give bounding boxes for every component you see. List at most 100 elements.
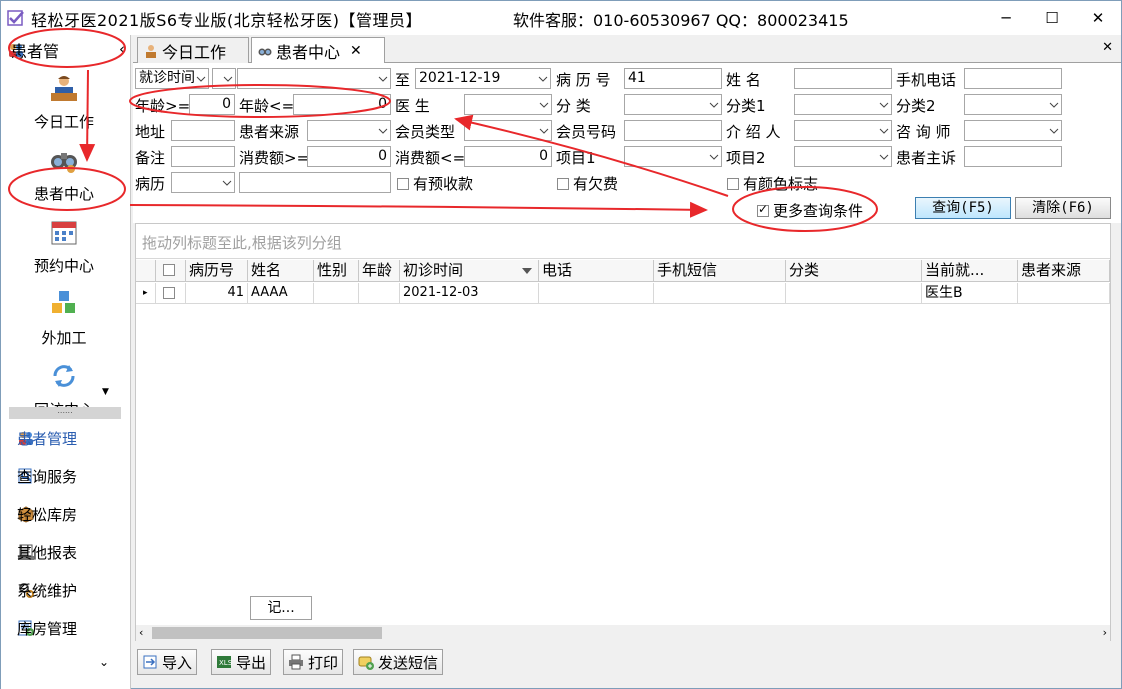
col-header[interactable]: 手机短信	[654, 260, 786, 282]
col-header[interactable]: 电话	[539, 260, 654, 282]
col-header[interactable]: 病历号	[186, 260, 248, 282]
complaint-input[interactable]	[964, 146, 1062, 167]
color-flag-checkbox[interactable]: 有颜色标志	[727, 173, 818, 194]
cell-current-doctor[interactable]: 医生B	[922, 283, 1018, 304]
col-header[interactable]: 姓名	[248, 260, 314, 282]
nav-warehouse-management[interactable]: 库房管理	[17, 613, 77, 643]
nav-easy-warehouse[interactable]: 轻松库房	[17, 499, 77, 529]
close-window-button[interactable]: ✕	[1075, 3, 1121, 33]
nav-label: 预约中心	[33, 257, 94, 275]
scroll-thumb[interactable]	[152, 627, 382, 639]
spend-ge-label: 消费额>=	[239, 149, 310, 167]
scroll-left-icon[interactable]: ‹	[139, 626, 143, 639]
member-no-input[interactable]	[624, 120, 722, 141]
chevron-down-icon	[709, 102, 719, 108]
nav-system-maintenance[interactable]: 系统维护	[17, 575, 77, 605]
close-all-tabs-button[interactable]: ✕	[1102, 40, 1113, 55]
maximize-button[interactable]: ☐	[1029, 3, 1075, 33]
cell-source[interactable]	[1018, 283, 1110, 304]
nav-outsourcing[interactable]: 外加工	[1, 289, 127, 353]
spend-ge-input[interactable]: 0	[307, 146, 391, 167]
col-header[interactable]: 当前就...	[922, 260, 1018, 282]
nav-patient-management[interactable]: 患者管理	[17, 423, 77, 453]
col-header[interactable]: 性别	[314, 260, 359, 282]
cell-sms[interactable]	[654, 283, 786, 304]
item2-select[interactable]	[794, 146, 892, 167]
nav-today-work[interactable]: 今日工作	[1, 73, 127, 137]
row-checkbox[interactable]	[163, 287, 175, 299]
record-no-input[interactable]: 41	[624, 68, 722, 89]
nav-query-service[interactable]: 查询服务	[17, 461, 77, 491]
date-from-select[interactable]	[237, 68, 391, 89]
complaint-label: 患者主诉	[896, 149, 957, 167]
address-input[interactable]	[171, 120, 235, 141]
minimize-button[interactable]: ─	[983, 3, 1029, 33]
age-ge-label: 年龄>=	[135, 97, 191, 115]
item1-select[interactable]	[624, 146, 722, 167]
col-header-label: 初诊时间	[403, 261, 464, 279]
history-select[interactable]	[171, 172, 235, 193]
referrer-select[interactable]	[794, 120, 892, 141]
sidebar-more-button[interactable]: ⌄	[99, 655, 109, 669]
age-ge-input[interactable]: 0	[189, 94, 235, 115]
chevron-down-icon	[709, 154, 719, 160]
row-select-cell[interactable]	[156, 283, 186, 304]
col-header[interactable]: 年龄	[359, 260, 400, 282]
date-to-select[interactable]: 2021-12-19	[415, 68, 551, 89]
doctor-select[interactable]	[464, 94, 552, 115]
nav-appointment-center[interactable]: 预约中心	[1, 217, 127, 281]
query-button[interactable]: 查询(F5)	[915, 197, 1011, 219]
cell-name[interactable]: AAAA	[248, 283, 314, 304]
cell-first-visit[interactable]: 2021-12-03	[400, 283, 539, 304]
age-le-input[interactable]: 0	[293, 94, 391, 115]
sidebar-collapse-button[interactable]: ‹	[119, 40, 125, 58]
cell-gender[interactable]	[314, 283, 359, 304]
category2-select[interactable]	[964, 94, 1062, 115]
visit-time-select[interactable]: 就诊时间	[135, 68, 209, 89]
record-count-button[interactable]: 记...	[250, 596, 312, 620]
col-header[interactable]: 患者来源	[1018, 260, 1110, 282]
cell-age[interactable]	[359, 283, 400, 304]
tab-patient-center[interactable]: 患者中心 ✕	[251, 37, 385, 64]
sidebar-splitter[interactable]: ......	[9, 407, 121, 419]
address-label: 地址	[135, 123, 166, 141]
col-header[interactable]: 初诊时间	[400, 260, 539, 282]
nav-scroll-down-button[interactable]: ▼	[102, 387, 109, 397]
col-header[interactable]: 分类	[786, 260, 922, 282]
print-button[interactable]: 打印	[283, 649, 344, 675]
more-query-checkbox[interactable]: 更多查询条件	[757, 200, 863, 221]
date-type-select[interactable]	[212, 68, 236, 89]
cell-category[interactable]	[786, 283, 922, 304]
cell-record-no[interactable]: 41	[186, 283, 248, 304]
close-tab-icon[interactable]: ✕	[350, 43, 362, 59]
group-by-hint: 拖动列标题至此,根据该列分组	[136, 224, 1110, 259]
nav-patient-center[interactable]: 患者中心	[1, 145, 127, 209]
category1-select[interactable]	[794, 94, 892, 115]
chevron-down-icon	[539, 128, 549, 134]
note-input[interactable]	[171, 146, 235, 167]
name-input[interactable]	[794, 68, 892, 89]
horizontal-scrollbar[interactable]: ‹ ›	[136, 625, 1110, 641]
member-type-select[interactable]	[464, 120, 552, 141]
import-button[interactable]: 导入	[137, 649, 198, 675]
send-sms-button[interactable]: 发送短信	[353, 649, 444, 675]
select-all-checkbox[interactable]	[163, 264, 175, 276]
phone-input[interactable]	[964, 68, 1062, 89]
nav-other-reports[interactable]: 其他报表	[17, 537, 77, 567]
category-select[interactable]	[624, 94, 722, 115]
nav-followup-center[interactable]: 回访中心	[1, 361, 127, 407]
prepay-checkbox[interactable]: 有预收款	[397, 173, 473, 194]
table-row[interactable]: ▸ 41 AAAA 2021-12-03 医生B	[136, 283, 1110, 304]
debt-checkbox[interactable]: 有欠费	[557, 173, 618, 194]
clear-button[interactable]: 清除(F6)	[1015, 197, 1111, 219]
select-all-header[interactable]	[156, 260, 186, 282]
export-button[interactable]: XLS 导出	[211, 649, 272, 675]
tab-label: 患者中心	[276, 43, 341, 62]
cell-phone[interactable]	[539, 283, 654, 304]
history-input[interactable]	[239, 172, 391, 193]
tab-today-work[interactable]: 今日工作	[137, 37, 249, 63]
scroll-right-icon[interactable]: ›	[1103, 626, 1107, 639]
source-select[interactable]	[307, 120, 391, 141]
consultant-select[interactable]	[964, 120, 1062, 141]
spend-le-input[interactable]: 0	[464, 146, 552, 167]
